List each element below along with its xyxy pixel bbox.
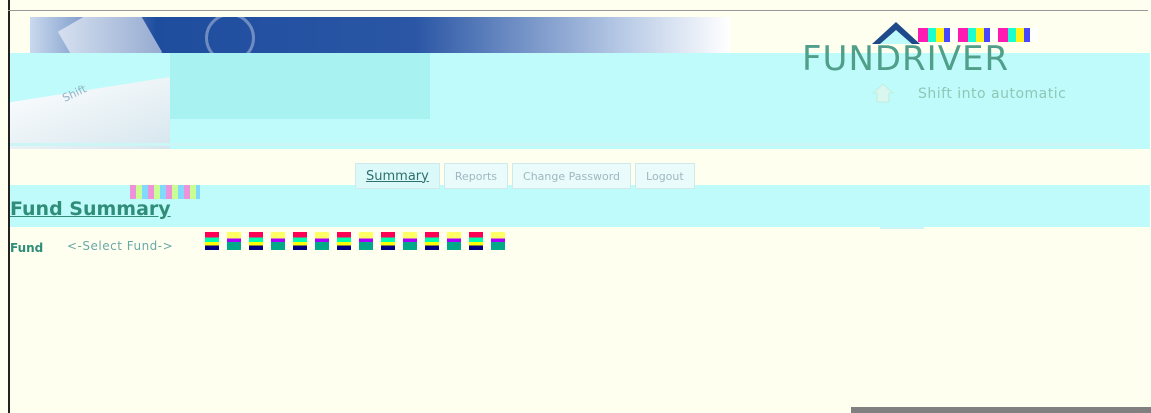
fund-label: Fund (10, 241, 44, 255)
artifact-block (315, 232, 329, 250)
artifact-block (227, 232, 241, 250)
loading-artifact-row (205, 232, 513, 250)
header-divider (10, 143, 1120, 146)
banner-streak (57, 17, 163, 53)
artifact-block (359, 232, 373, 250)
fund-select[interactable]: <-Select Fund-> (67, 239, 173, 253)
tab-logout[interactable]: Logout (635, 163, 695, 189)
banner-image (30, 17, 730, 53)
stats-divider (880, 227, 924, 229)
banner-ring (205, 17, 255, 53)
artifact-block (425, 232, 439, 250)
shift-card-image (10, 77, 170, 149)
artifact-block (381, 232, 395, 250)
window-frame-top (8, 10, 1148, 11)
artifact-block (447, 232, 461, 250)
artifact-block (249, 232, 263, 250)
artifact-block (403, 232, 417, 250)
logo-artifact (918, 28, 1038, 42)
artifact-block (337, 232, 351, 250)
fundriver-logo: FUNDRIVER (802, 39, 1010, 79)
header-panel (170, 53, 430, 119)
status-bar (851, 407, 1151, 413)
tab-reports[interactable]: Reports (443, 163, 509, 189)
house-icon (872, 83, 894, 103)
tab-change-password[interactable]: Change Password (512, 163, 632, 189)
tab-summary[interactable]: Summary (355, 163, 440, 189)
page-title: Fund Summary (10, 198, 171, 220)
artifact-block (205, 232, 219, 250)
artifact-block (469, 232, 483, 250)
main-nav: Summary Reports Change Password Logout (355, 163, 695, 189)
tagline: Shift into automatic (918, 86, 1067, 102)
artifact-block (293, 232, 307, 250)
artifact-block (491, 232, 505, 250)
artifact-block (271, 232, 285, 250)
title-artifact (130, 185, 200, 199)
